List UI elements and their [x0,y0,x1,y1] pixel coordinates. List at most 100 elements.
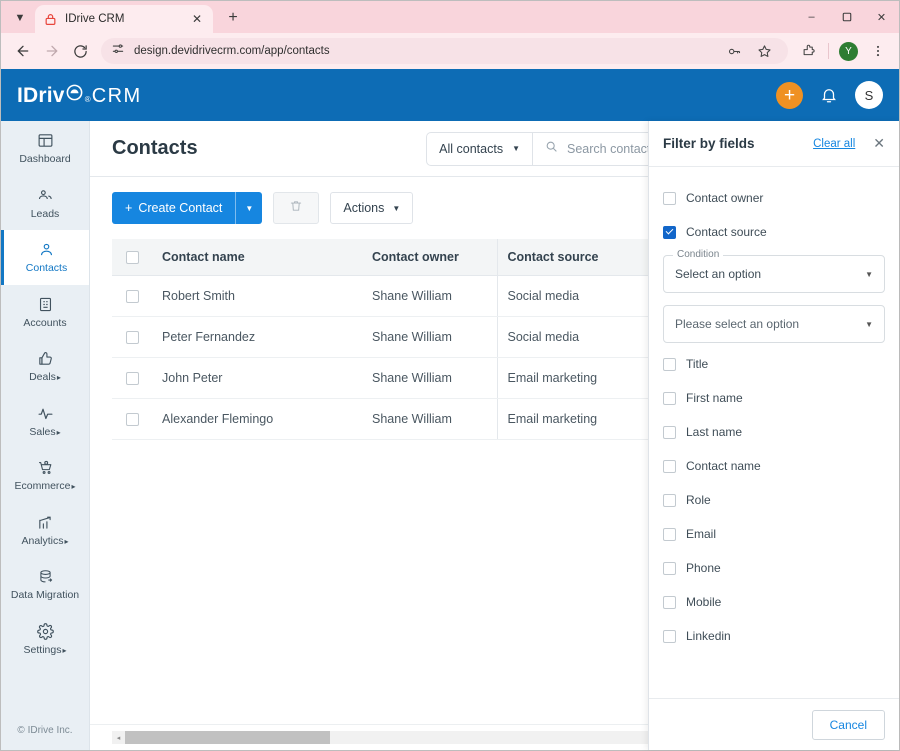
sidebar-item-label: Settings [23,643,62,656]
checkbox-icon [126,371,139,385]
filter-field-role[interactable]: Role [663,483,885,517]
bell-icon[interactable] [820,86,838,104]
close-window-button[interactable]: ✕ [864,1,899,33]
scroll-left-arrow-icon[interactable]: ◂ [112,734,125,742]
filter-field-phone[interactable]: Phone [663,551,885,585]
filter-field-label: Contact source [686,225,767,239]
condition-select[interactable]: Condition Select an option ▼ [663,249,885,293]
checkbox-checked-icon[interactable] [663,225,676,239]
column-header-contact-name[interactable]: Contact name [152,239,362,276]
filter-field-label: Role [686,493,711,507]
close-icon[interactable]: ✕ [189,11,205,27]
address-bar[interactable]: design.devidrivecrm.com/app/contacts [101,38,788,64]
checkbox-icon[interactable] [663,527,676,541]
chevron-down-icon: ▼ [512,144,520,153]
cell-contact-source: Social media [496,316,637,358]
chevron-right-icon: ▸ [64,536,69,546]
reload-icon[interactable] [67,38,94,65]
filter-field-label: Contact owner [686,191,764,205]
user-avatar[interactable]: S [855,81,883,109]
checkbox-icon[interactable] [663,493,676,507]
filter-field-mobile[interactable]: Mobile [663,585,885,619]
chevron-down-icon: ▼ [865,269,873,279]
cancel-button[interactable]: Cancel [811,709,885,740]
clear-all-link[interactable]: Clear all [813,138,855,150]
create-contact-dropdown[interactable]: ▼ [235,192,262,224]
filter-field-first-name[interactable]: First name [663,381,885,415]
filter-field-linkedin[interactable]: Linkedin [663,619,885,653]
cell-contact-name: Peter Fernandez [152,316,362,358]
checkbox-icon[interactable] [663,561,676,575]
filter-panel: Filter by fields Clear all ✕ Contact own… [648,121,899,750]
checkbox-icon[interactable] [663,425,676,439]
value-select[interactable]: Please select an option ▼ [663,305,885,343]
sidebar-item-analytics[interactable]: Analytics▸ [1,503,89,558]
sidebar-item-deals[interactable]: Deals▸ [1,339,89,394]
filter-field-contact-owner[interactable]: Contact owner [663,181,885,215]
kebab-menu-icon[interactable] [864,38,891,65]
delete-button[interactable] [273,192,320,224]
tab-list-chevron-icon[interactable]: ▼ [7,5,33,31]
create-contact-label: Create Contact [138,201,223,215]
cell-contact-source: Email marketing [496,398,637,440]
scrollbar-thumb[interactable] [125,731,330,744]
filter-field-email[interactable]: Email [663,517,885,551]
sidebar-item-sales[interactable]: Sales▸ [1,394,89,449]
key-icon[interactable] [721,38,748,65]
sidebar-item-ecommerce[interactable]: Ecommerce▸ [1,448,89,503]
create-contact-button[interactable]: + Create Contact ▼ [112,192,263,224]
search-placeholder: Search contacts [567,141,657,156]
minimize-button[interactable]: – [794,1,829,33]
filter-field-label: Last name [686,425,743,439]
star-icon[interactable] [751,38,778,65]
new-tab-button[interactable]: + [220,5,246,31]
app-logo[interactable]: IDriv ® CRM [17,83,142,108]
checkbox-icon[interactable] [663,191,676,205]
select-all-checkbox[interactable] [112,239,152,276]
checkbox-icon[interactable] [663,629,676,643]
add-record-button[interactable]: + [776,81,803,109]
checkbox-icon[interactable] [663,595,676,609]
filter-field-contact-source[interactable]: Contact source [663,215,885,249]
tune-icon[interactable] [111,42,125,61]
view-selector[interactable]: All contacts ▼ [427,132,533,165]
filter-field-title[interactable]: Title [663,347,885,381]
browser-tab[interactable]: IDrive CRM ✕ [35,5,213,33]
row-checkbox[interactable] [112,357,152,399]
sidebar-item-contacts[interactable]: Contacts [1,230,89,285]
logo-registered: ® [84,94,91,104]
maximize-button[interactable] [829,1,864,33]
sidebar-item-accounts[interactable]: Accounts [1,285,89,340]
sidebar-item-leads[interactable]: Leads [1,176,89,231]
close-icon[interactable]: ✕ [873,135,885,152]
row-checkbox[interactable] [112,398,152,440]
sidebar-item-label: Deals [29,371,56,384]
search-icon [545,140,558,158]
checkbox-icon[interactable] [663,391,676,405]
actions-button[interactable]: Actions ▼ [330,192,414,224]
sidebar-item-dashboard[interactable]: Dashboard [1,121,89,176]
puzzle-icon[interactable] [795,38,822,65]
sidebar-item-settings[interactable]: Settings▸ [1,612,89,667]
filter-field-contact-name[interactable]: Contact name [663,449,885,483]
filter-field-label: Mobile [686,595,722,609]
checkbox-icon[interactable] [663,357,676,371]
plus-icon: + [125,201,133,215]
condition-legend: Condition [673,249,724,260]
filter-field-last-name[interactable]: Last name [663,415,885,449]
column-header-contact-owner[interactable]: Contact owner [362,239,497,276]
column-header-contact-source[interactable]: Contact source [496,239,637,276]
page-title: Contacts [112,137,198,159]
sidebar-item-data-migration[interactable]: Data Migration [1,557,89,612]
cell-contact-source: Email marketing [496,357,637,399]
filter-field-label: Phone [686,561,721,575]
arrow-forward-icon[interactable] [38,38,65,65]
browser-profile-avatar[interactable]: Y [835,38,862,65]
checkbox-icon[interactable] [663,459,676,473]
arrow-back-icon[interactable] [9,38,36,65]
accounts-icon [37,296,54,313]
row-checkbox[interactable] [112,316,152,358]
cell-contact-source: Social media [496,275,637,317]
value-select-value: Please select an option [675,317,800,331]
row-checkbox[interactable] [112,275,152,317]
